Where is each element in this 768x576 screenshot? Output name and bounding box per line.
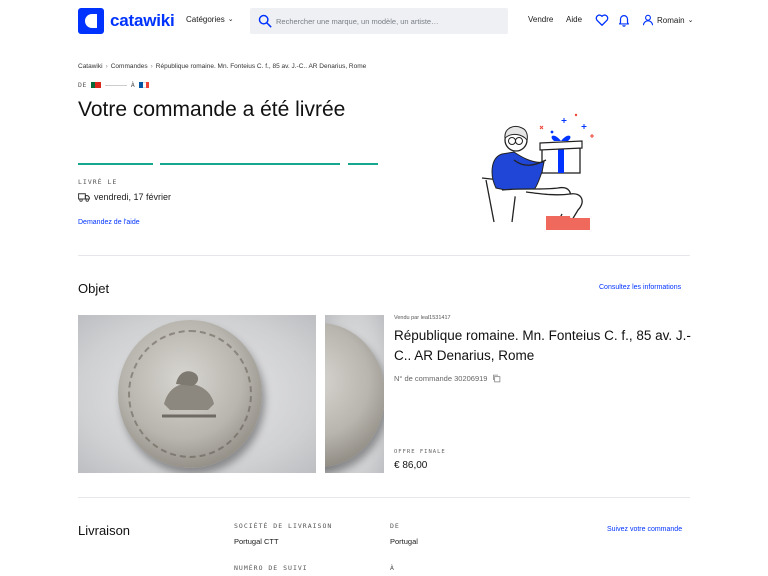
progress-step-1	[78, 163, 153, 165]
order-number: N° de commande 30206919	[394, 374, 488, 383]
progress-step-3	[348, 163, 378, 165]
categories-label: Catégories	[186, 15, 225, 24]
search-icon	[258, 14, 272, 28]
chevron-down-icon: ⌄	[687, 16, 694, 24]
user-icon	[642, 14, 654, 26]
carrier-value: Portugal CTT	[234, 537, 279, 546]
delivered-date-row: vendredi, 17 février	[78, 192, 171, 202]
tracking-number-label: NUMÉRO DE SUIVI	[234, 564, 308, 572]
coin-reverse	[118, 320, 262, 468]
gift-illustration	[481, 113, 594, 230]
catawiki-logo-mark	[78, 8, 104, 34]
lot-title[interactable]: République romaine. Mn. Fonteius C. f., …	[394, 326, 694, 366]
origin-value: Portugal	[390, 537, 418, 546]
breadcrumb: Catawiki › Commandes › République romain…	[78, 63, 366, 70]
breadcrumb-item-current: République romaine. Mn. Fonteius C. f., …	[155, 63, 367, 70]
top-header: catawiki Catégories ⌄ Vendre Aide Romain…	[0, 0, 768, 42]
copy-icon[interactable]	[492, 374, 501, 383]
request-help-link[interactable]: Demandez de l'aide	[78, 219, 140, 226]
user-menu[interactable]: Romain ⌄	[642, 14, 693, 26]
coin-obverse	[325, 323, 384, 467]
bell-icon[interactable]	[617, 13, 631, 27]
logo-text: catawiki	[110, 11, 175, 30]
catawiki-logo[interactable]: catawiki	[78, 8, 175, 34]
search-bar[interactable]	[250, 8, 508, 34]
coin-figure	[162, 371, 216, 418]
order-number-row: N° de commande 30206919	[394, 374, 501, 383]
progress-step-2	[160, 163, 340, 165]
truck-icon	[78, 192, 90, 202]
divider	[78, 497, 690, 498]
portugal-flag-icon	[90, 82, 101, 88]
route-line	[104, 84, 127, 86]
final-price: € 86,00	[394, 460, 428, 471]
page-title: Votre commande a été livrée	[78, 98, 346, 121]
lot-image-main[interactable]	[78, 315, 316, 473]
view-details-link[interactable]: Consultez les informations	[599, 284, 681, 291]
final-offer-label: OFFRE FINALE	[394, 449, 446, 455]
route-from-label: DE	[78, 81, 87, 89]
chevron-down-icon: ⌄	[227, 16, 234, 23]
delivered-date: vendredi, 17 février	[94, 192, 172, 202]
breadcrumb-separator: ›	[150, 63, 153, 70]
track-order-link[interactable]: Suivez votre commande	[607, 526, 682, 533]
search-input[interactable]	[276, 8, 502, 34]
seller-label: Vendu par leal1531417	[394, 315, 451, 321]
heart-icon[interactable]	[595, 13, 609, 27]
divider	[78, 255, 690, 256]
user-name: Romain	[657, 15, 685, 25]
sell-link[interactable]: Vendre	[528, 15, 553, 24]
route-to-label: À	[130, 81, 136, 89]
destination-label: À	[390, 564, 395, 572]
categories-menu[interactable]: Catégories ⌄	[186, 15, 234, 24]
delivery-section-title: Livraison	[78, 523, 131, 538]
help-link[interactable]: Aide	[566, 15, 582, 24]
origin-label: DE	[390, 522, 400, 530]
france-flag-icon	[139, 82, 150, 88]
object-section-title: Objet	[78, 281, 110, 296]
breadcrumb-item-orders[interactable]: Commandes	[111, 63, 148, 70]
lot-image-thumbnail[interactable]	[325, 315, 384, 473]
carrier-label: SOCIÉTÉ DE LIVRAISON	[234, 522, 333, 530]
delivered-label: LIVRÉ LE	[78, 178, 118, 186]
breadcrumb-separator: ›	[105, 63, 108, 70]
breadcrumb-item-catawiki[interactable]: Catawiki	[78, 63, 103, 70]
shipping-route: DE À	[78, 81, 150, 89]
